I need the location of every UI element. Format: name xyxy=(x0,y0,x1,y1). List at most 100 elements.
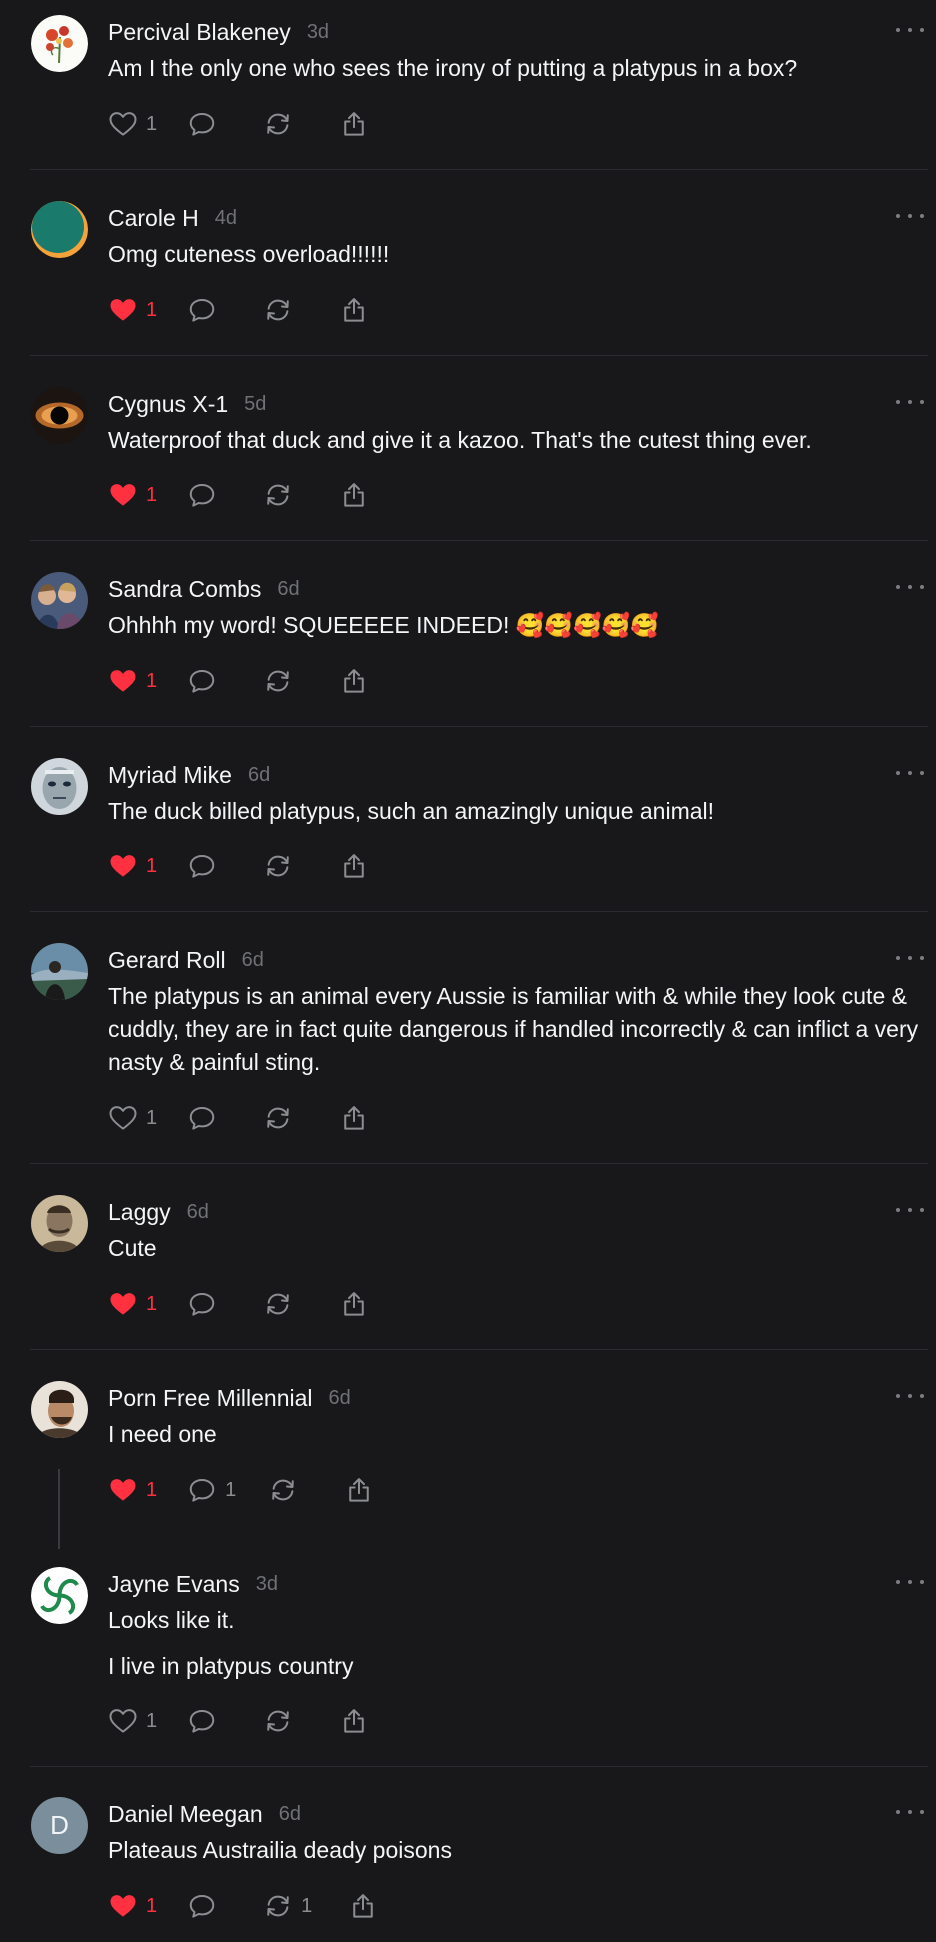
author-name[interactable]: Carole H xyxy=(108,205,199,232)
share-icon xyxy=(339,480,369,510)
more-options-icon[interactable] xyxy=(896,1571,924,1593)
more-options-icon[interactable] xyxy=(896,1801,924,1823)
repost-button[interactable] xyxy=(263,295,293,325)
author-name[interactable]: Myriad Mike xyxy=(108,762,232,789)
repost-button[interactable] xyxy=(263,666,293,696)
avatar[interactable] xyxy=(31,1381,88,1438)
repost-button[interactable]: 1 xyxy=(263,1891,312,1921)
reply-paragraph: The platypus is an animal every Aussie i… xyxy=(108,983,919,1075)
repost-button[interactable] xyxy=(263,1706,293,1736)
like-count: 1 xyxy=(146,1894,158,1917)
avatar[interactable] xyxy=(31,1195,88,1252)
avatar[interactable] xyxy=(31,201,88,258)
reply-post: Myriad Mike 6d The duck billed platypus,… xyxy=(0,727,936,912)
like-icon xyxy=(108,1891,138,1921)
avatar-initial: D xyxy=(50,1810,69,1840)
author-name[interactable]: Porn Free Millennial xyxy=(108,1385,313,1412)
like-button[interactable]: 1 xyxy=(108,1891,157,1921)
like-count: 1 xyxy=(146,112,158,135)
reply-icon xyxy=(187,1103,217,1133)
share-button[interactable] xyxy=(348,1891,378,1921)
share-button[interactable] xyxy=(339,109,369,139)
reply-button[interactable] xyxy=(187,666,217,696)
author-name[interactable]: Percival Blakeney xyxy=(108,19,291,46)
reply-button[interactable]: 1 xyxy=(187,1475,236,1505)
reply-icon xyxy=(187,480,217,510)
like-button[interactable]: 1 xyxy=(108,1103,157,1133)
author-name[interactable]: Sandra Combs xyxy=(108,576,261,603)
like-icon xyxy=(108,851,138,881)
reply-count: 1 xyxy=(225,1478,237,1501)
more-options-icon[interactable] xyxy=(896,205,924,227)
reply-button[interactable] xyxy=(187,295,217,325)
more-options-icon[interactable] xyxy=(896,947,924,969)
reply-button[interactable] xyxy=(187,851,217,881)
repost-button[interactable] xyxy=(263,851,293,881)
avatar[interactable]: D xyxy=(31,1797,88,1854)
share-button[interactable] xyxy=(339,1103,369,1133)
reply-paragraph: Omg cuteness overload!!!!!! xyxy=(108,241,390,267)
like-button[interactable]: 1 xyxy=(108,1289,157,1319)
timestamp: 3d xyxy=(255,1572,278,1595)
author-name[interactable]: Gerard Roll xyxy=(108,947,226,974)
action-bar: 1 xyxy=(108,107,369,141)
share-button[interactable] xyxy=(339,1289,369,1319)
share-button[interactable] xyxy=(339,666,369,696)
avatar[interactable] xyxy=(31,943,88,1000)
share-button[interactable] xyxy=(344,1475,374,1505)
like-button[interactable]: 1 xyxy=(108,666,157,696)
repost-button[interactable] xyxy=(263,109,293,139)
repost-button[interactable] xyxy=(263,1103,293,1133)
like-button[interactable]: 1 xyxy=(108,1475,157,1505)
timestamp: 4d xyxy=(214,206,238,229)
avatar[interactable] xyxy=(31,387,88,444)
like-button[interactable]: 1 xyxy=(108,851,157,881)
repost-button[interactable] xyxy=(263,480,293,510)
share-button[interactable] xyxy=(339,295,369,325)
reply-button[interactable] xyxy=(187,1103,217,1133)
action-bar: 1 xyxy=(108,664,369,698)
reply-button[interactable] xyxy=(187,1289,217,1319)
more-options-icon[interactable] xyxy=(896,1385,924,1407)
like-button[interactable]: 1 xyxy=(108,295,157,325)
like-button[interactable]: 1 xyxy=(108,1706,157,1736)
more-options-icon[interactable] xyxy=(896,1199,924,1221)
author-name[interactable]: Laggy xyxy=(108,1199,171,1226)
timestamp: 6d xyxy=(241,948,264,971)
repost-icon xyxy=(268,1475,298,1505)
more-options-icon[interactable] xyxy=(896,19,924,41)
reply-post: Percival Blakeney 3d Am I the only one w… xyxy=(0,0,936,170)
author-name[interactable]: Jayne Evans xyxy=(108,1571,240,1598)
reply-button[interactable] xyxy=(187,1706,217,1736)
repost-icon xyxy=(263,109,293,139)
reply-button[interactable] xyxy=(187,1891,217,1921)
like-button[interactable]: 1 xyxy=(108,109,157,139)
avatar[interactable] xyxy=(31,1567,88,1624)
share-icon xyxy=(339,666,369,696)
share-button[interactable] xyxy=(339,480,369,510)
repost-icon xyxy=(263,1706,293,1736)
reply-button[interactable] xyxy=(187,480,217,510)
repost-icon xyxy=(263,666,293,696)
share-button[interactable] xyxy=(339,851,369,881)
repost-icon xyxy=(263,295,293,325)
avatar[interactable] xyxy=(31,572,88,629)
like-button[interactable]: 1 xyxy=(108,480,157,510)
reply-paragraph: Cute xyxy=(108,1235,157,1261)
avatar[interactable] xyxy=(31,758,88,815)
repost-button[interactable] xyxy=(268,1475,298,1505)
like-count: 1 xyxy=(146,1709,158,1732)
reply-button[interactable] xyxy=(187,109,217,139)
repost-button[interactable] xyxy=(263,1289,293,1319)
share-button[interactable] xyxy=(339,1706,369,1736)
more-options-icon[interactable] xyxy=(896,576,924,598)
share-icon xyxy=(348,1891,378,1921)
author-name[interactable]: Daniel Meegan xyxy=(108,1801,263,1828)
reply-post: Cygnus X-1 5d Waterproof that duck and g… xyxy=(0,356,936,541)
more-options-icon[interactable] xyxy=(896,391,924,413)
author-name[interactable]: Cygnus X-1 xyxy=(108,391,228,418)
more-options-icon[interactable] xyxy=(896,762,924,784)
share-icon xyxy=(339,295,369,325)
reply-paragraph: Plateaus Austrailia deady poisons xyxy=(108,1837,452,1863)
avatar[interactable] xyxy=(31,15,88,72)
